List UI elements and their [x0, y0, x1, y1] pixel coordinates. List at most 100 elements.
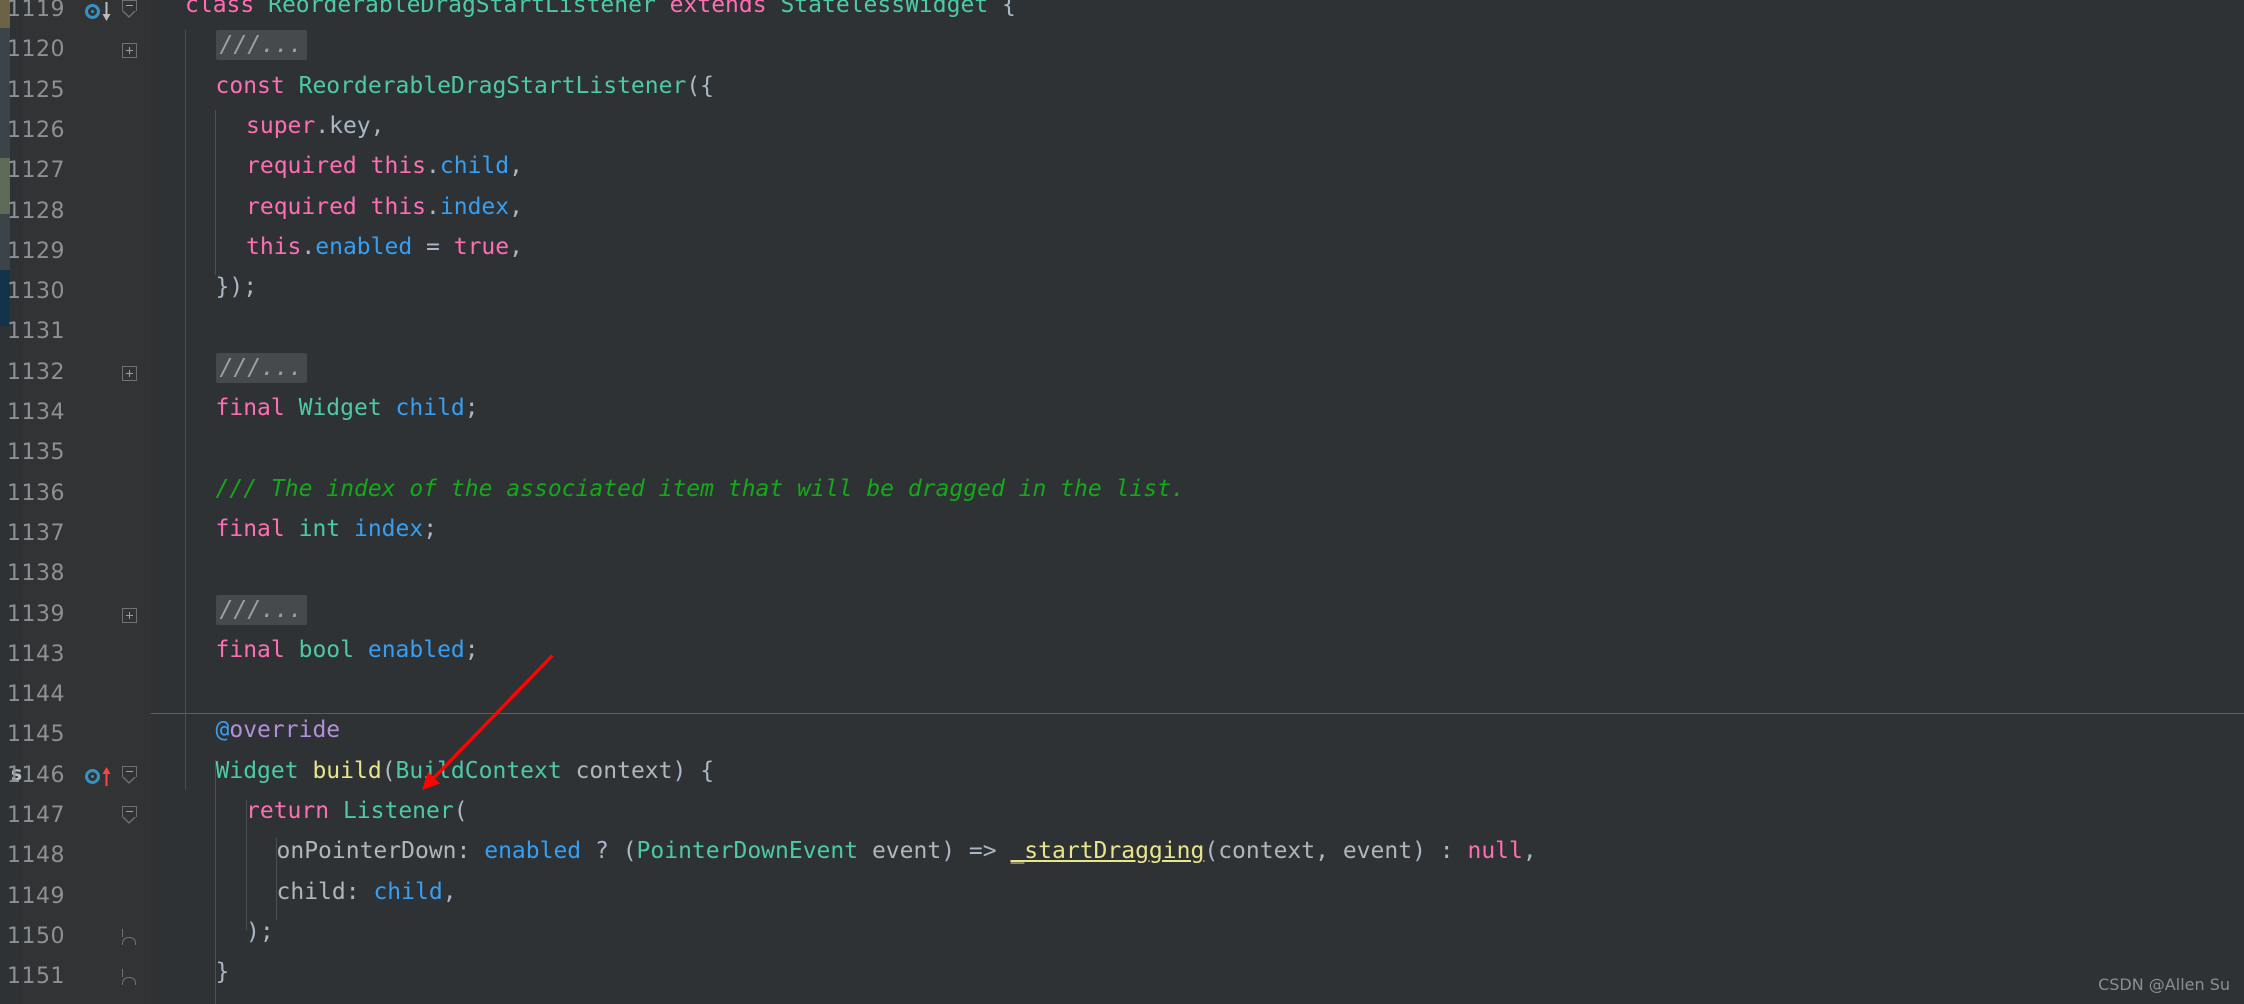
code-token: ( — [1204, 838, 1219, 865]
line-number: 1145 — [7, 722, 65, 748]
fold-region-tip — [122, 817, 136, 824]
code-token: ; — [464, 636, 479, 663]
line-number: 1150 — [7, 923, 65, 949]
code-token: bool — [298, 636, 368, 663]
code-line[interactable]: /// The index of the associated item tha… — [216, 476, 1185, 502]
code-token: ({ — [686, 72, 715, 99]
code-line[interactable]: ); — [246, 919, 274, 945]
code-token: /// The index of the associated item tha… — [215, 475, 1185, 502]
folded-comment-placeholder: ///... — [215, 30, 307, 61]
code-token: }); — [215, 274, 258, 301]
fold-collapse-icon[interactable] — [122, 765, 138, 784]
code-token: PointerDownEvent — [636, 838, 872, 865]
code-token: enabled — [367, 636, 465, 663]
fold-minus-box — [122, 765, 137, 777]
code-token: true — [453, 233, 510, 260]
code-token: child — [373, 878, 443, 905]
line-number: 1134 — [7, 400, 65, 425]
line-number: 1132 — [7, 359, 65, 385]
code-token: build — [312, 757, 382, 784]
code-content-area[interactable]: class ReorderableDragStartListener exten… — [151, 0, 2244, 1004]
fold-expand-icon[interactable] — [122, 365, 139, 383]
code-line[interactable]: super.key, — [246, 113, 385, 139]
line-number: 1126 — [7, 117, 65, 143]
code-token: return — [246, 798, 343, 824]
line-number: 1143 — [7, 641, 65, 667]
code-line[interactable]: final bool enabled; — [216, 637, 479, 663]
code-line[interactable]: required this.index, — [246, 194, 523, 220]
horizontal-scrollbar[interactable] — [151, 996, 2244, 1004]
code-token: extends — [669, 0, 781, 18]
code-line[interactable]: onPointerDown: enabled ? (PointerDownEve… — [277, 838, 1537, 864]
line-number: 1129 — [7, 238, 65, 264]
code-token: event — [871, 838, 942, 865]
marker-circle-icon — [85, 3, 100, 19]
code-line[interactable]: ///... — [215, 594, 307, 625]
fold-region-stem — [122, 969, 123, 978]
code-line[interactable]: @override — [216, 717, 341, 743]
line-number: 1138 — [7, 561, 65, 587]
code-line[interactable]: class ReorderableDragStartListener exten… — [185, 0, 1016, 18]
fold-plus-box — [122, 43, 137, 59]
code-token: ); — [246, 918, 274, 945]
code-line[interactable]: }); — [216, 274, 258, 300]
code-token: . — [426, 193, 440, 220]
code-line[interactable]: ///... — [215, 30, 307, 61]
folded-comment-placeholder: ///... — [215, 352, 307, 383]
code-line[interactable]: child: child, — [277, 879, 457, 905]
line-number: 1139 — [7, 601, 65, 627]
code-line[interactable]: this.enabled = true, — [246, 234, 523, 260]
fold-region-stem — [122, 928, 123, 937]
fold-expand-icon[interactable] — [122, 43, 139, 60]
fold-collapse-icon[interactable] — [122, 0, 138, 18]
line-number: 1147 — [7, 803, 65, 828]
fold-plus-box — [122, 365, 137, 381]
implementing-member-icon[interactable] — [85, 0, 112, 22]
code-line[interactable]: final int index; — [216, 516, 438, 542]
line-number: 1119 — [7, 0, 65, 22]
code-line[interactable]: const ReorderableDragStartListener({ — [216, 73, 715, 99]
code-line[interactable]: required this.child, — [246, 153, 523, 179]
code-token: required — [246, 153, 371, 180]
code-token: child — [276, 878, 346, 905]
fold-plus-box — [122, 607, 137, 623]
code-token: . — [301, 233, 316, 260]
code-token: .key, — [315, 112, 385, 139]
line-number: 1136 — [7, 480, 65, 506]
code-token: enabled — [315, 233, 413, 260]
editor-gutter[interactable]: 1119 1120 1125 1126 1127 1128 1129 1130 1131 1132… — [7, 0, 151, 1004]
code-token: child — [395, 395, 465, 421]
indent-guide — [185, 30, 186, 790]
line-number: 1128 — [7, 198, 65, 224]
indent-guide — [215, 110, 216, 275]
line-number: 1125 — [7, 77, 65, 103]
code-line[interactable]: return Listener( — [246, 798, 468, 824]
code-token: this — [246, 233, 302, 260]
code-token: , — [1522, 838, 1537, 865]
indent-guide — [276, 838, 277, 920]
code-token: ; — [464, 395, 479, 421]
code-line[interactable]: } — [216, 959, 230, 985]
code-token: = — [412, 233, 454, 260]
fold-region-tip — [122, 11, 136, 18]
line-number: 1149 — [7, 883, 65, 909]
fold-expand-icon[interactable] — [122, 607, 139, 625]
code-line[interactable]: ///... — [215, 352, 307, 383]
marker-circle-icon — [85, 769, 100, 785]
code-token: ) => — [941, 838, 1011, 865]
overriding-member-icon[interactable] — [85, 766, 112, 788]
code-token: context — [575, 757, 673, 784]
code-token: BuildContext — [395, 757, 576, 784]
code-token: _startDragging — [1010, 838, 1205, 865]
fold-collapse-icon[interactable] — [122, 806, 138, 824]
method-separator-line — [151, 713, 2244, 715]
code-token: required — [246, 193, 371, 220]
line-number: 1120 — [7, 37, 65, 63]
code-line[interactable]: Widget build(BuildContext context) { — [216, 758, 715, 784]
fold-region-end-icon[interactable] — [122, 928, 137, 945]
code-token: } — [215, 959, 230, 986]
indent-guide — [246, 800, 247, 930]
code-line[interactable]: final Widget child; — [216, 395, 479, 421]
fold-minus-box — [122, 806, 137, 817]
fold-region-end-icon[interactable] — [122, 969, 137, 986]
